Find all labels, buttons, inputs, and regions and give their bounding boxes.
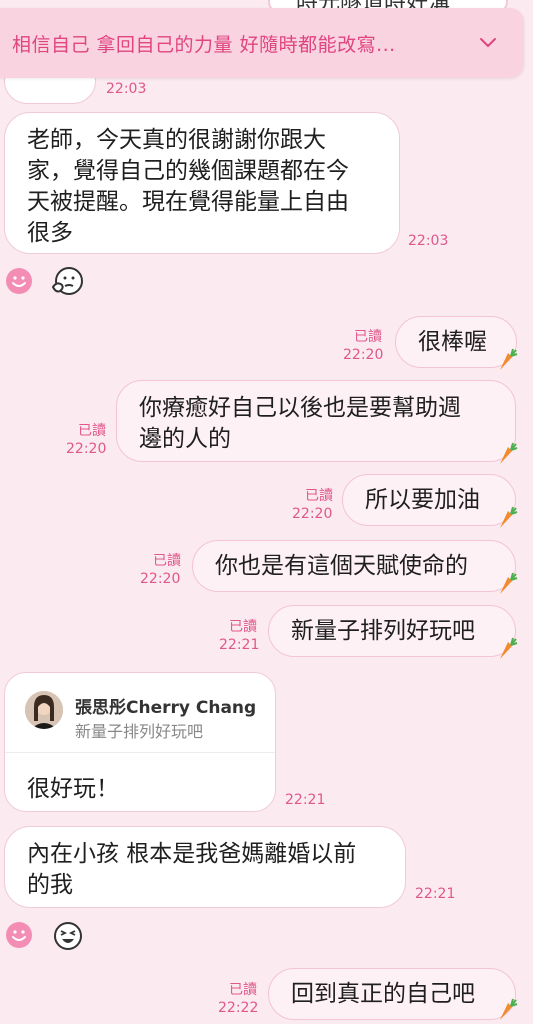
message-time: 22:03 (106, 81, 147, 97)
message-text: 所以要加油 (365, 487, 480, 513)
message-text: 新量子排列好玩吧 (291, 618, 475, 644)
quoted-message-header[interactable]: 張思彤Cherry Chang 新量子排列好玩吧 (5, 673, 275, 753)
quoted-sender-name: 張思彤Cherry Chang (75, 698, 257, 718)
outgoing-message[interactable]: 所以要加油 (342, 474, 516, 526)
message-text: 回到真正的自己吧 (291, 981, 475, 1007)
read-receipt: 已讀 (229, 619, 257, 635)
avatar-portrait (25, 691, 63, 729)
incoming-message[interactable]: 老師，今天真的很謝謝你跟大 家，覺得自己的幾個課題都在今 天被提醒。現在覺得能量… (4, 112, 400, 254)
read-receipt: 已讀 (229, 982, 257, 998)
message-line: 很多 (27, 220, 73, 246)
chat-view: 已讀 時光隧道時好溝 了解 22:03 相信自己 拿回自己的力量 好隨時都能改寫… (0, 0, 533, 1024)
thinking-face-sticker-icon[interactable] (50, 265, 84, 297)
carrot-icon (500, 442, 518, 464)
smile-face-glyph (12, 930, 26, 941)
message-line: 老師，今天真的很謝謝你跟大 (27, 127, 326, 153)
message-time: 22:21 (219, 637, 260, 653)
message-time: 22:20 (66, 441, 107, 457)
quoted-message-text: 新量子排列好玩吧 (75, 722, 204, 741)
message-time: 22:20 (140, 571, 181, 587)
read-receipt: 已讀 (354, 329, 382, 345)
outgoing-message[interactable]: 新量子排列好玩吧 (268, 605, 516, 657)
carrot-icon (500, 998, 518, 1020)
incoming-message[interactable]: 新量子排列好玩吧 內在小孩 根本是我爸媽離婚以前 的我 (4, 826, 406, 908)
message-time: 22:20 (292, 506, 333, 522)
chevron-down-icon[interactable] (478, 32, 498, 52)
announcement-text: 相信自己 拿回自己的力量 好隨時都能改寫... (12, 33, 396, 56)
reply-message[interactable]: 張思彤Cherry Chang 新量子排列好玩吧 很好玩！ (4, 672, 276, 812)
message-line: 邊的人的 (139, 426, 231, 452)
message-time: 22:20 (343, 347, 384, 363)
message-line: 你療癒好自己以後也是要幫助週 (139, 395, 461, 421)
smile-icon[interactable] (6, 268, 32, 294)
carrot-icon (500, 506, 518, 528)
outgoing-message[interactable]: 你療癒好自己以後也是要幫助週 邊的人的 (116, 380, 516, 462)
carrot-icon (500, 637, 518, 659)
message-text: 你也是有這個天賦使命的 (215, 553, 468, 579)
smile-face-glyph (12, 276, 26, 287)
message-time: 22:22 (218, 1000, 259, 1016)
pinned-announcement-banner[interactable]: 相信自己 拿回自己的力量 好隨時都能改寫... (0, 8, 524, 78)
laughing-face-sticker-icon[interactable] (52, 920, 84, 952)
outgoing-message[interactable]: 回到真正的自己吧 (268, 968, 516, 1020)
carrot-icon (500, 572, 518, 594)
outgoing-message[interactable]: 你也是有這個天賦使命的 (192, 540, 516, 592)
message-time: 22:21 (285, 792, 326, 808)
message-time: 22:03 (408, 233, 449, 249)
smile-icon[interactable] (6, 922, 32, 948)
message-time: 22:21 (415, 886, 456, 902)
read-receipt: 已讀 (78, 423, 106, 439)
message-line: 內在小孩 根本是我爸媽離婚以前 (27, 841, 357, 867)
avatar (25, 691, 63, 729)
read-receipt: 已讀 (153, 553, 181, 569)
reply-message-text: 很好玩！ (27, 776, 119, 802)
read-receipt: 已讀 (305, 488, 333, 504)
message-line: 的我 (27, 872, 73, 898)
message-line: 家，覺得自己的幾個課題都在今 (27, 158, 349, 184)
message-line: 天被提醒。現在覺得能量上自由 (27, 189, 349, 215)
carrot-icon (500, 348, 518, 370)
